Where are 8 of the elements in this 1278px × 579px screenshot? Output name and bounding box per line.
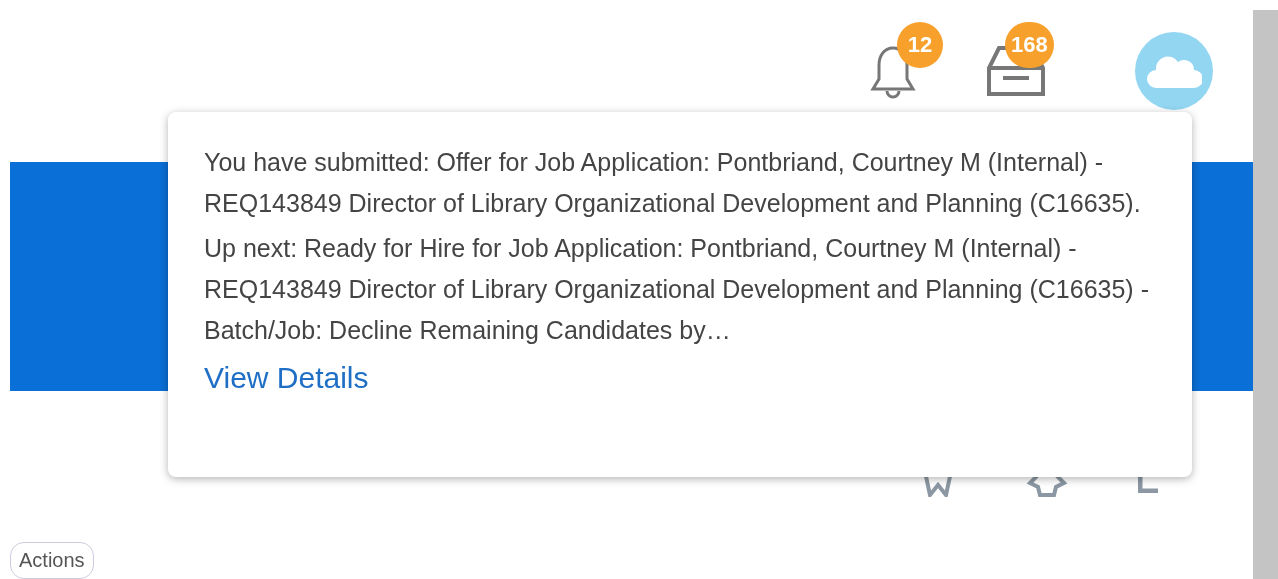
actions-button[interactable]: Actions	[10, 542, 94, 579]
notification-message: You have submitted: Offer for Job Application: Pontbriand, Courtney M (Internal) - REQ143849 Director of Library Organizational Development and Planning (C16635).	[204, 147, 1142, 219]
cloud-icon	[1146, 54, 1202, 88]
view-details-link[interactable]: View Details	[204, 361, 369, 395]
inbox-count: 168	[1005, 22, 1054, 68]
notification-message: Up next: Ready for Hire for Job Application: Pontbriand, Courtney M (Internal) - REQ143849 Director of Library Organizational Development and Planning (C16635) - Batch/Job: Decline Remaining Candidates by…	[204, 233, 1150, 346]
scrollbar[interactable]	[1253, 10, 1278, 579]
notification-count: 12	[897, 22, 943, 68]
